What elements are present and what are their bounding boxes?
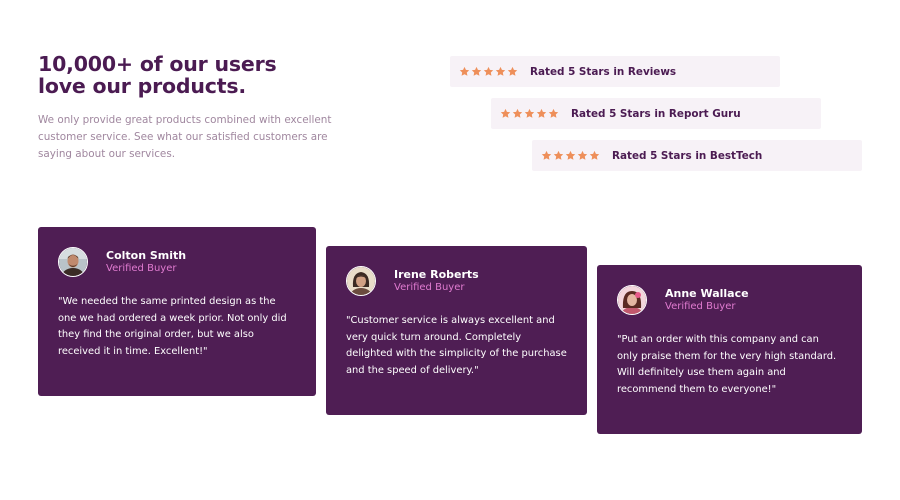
verified-badge: Verified Buyer bbox=[665, 300, 736, 312]
testimonial-card-anne: Anne Wallace Verified Buyer "Put an orde… bbox=[597, 265, 862, 434]
testimonial-quote: "Put an order with this company and can … bbox=[617, 334, 837, 395]
star-icon bbox=[541, 150, 552, 160]
testimonial-quote: "We needed the same printed design as th… bbox=[58, 296, 287, 357]
rating-besttech: Rated 5 Stars in BestTech bbox=[532, 140, 862, 171]
rating-label: Rated 5 Stars in Report Guru bbox=[571, 107, 741, 120]
testimonial-card-colton: Colton Smith Verified Buyer "We needed t… bbox=[38, 227, 316, 396]
testimonial-header: Colton Smith Verified Buyer bbox=[58, 247, 296, 277]
avatar-anne-icon bbox=[618, 286, 646, 314]
testimonial-header: Anne Wallace Verified Buyer bbox=[617, 285, 842, 315]
testimonial-quote: "Customer service is always excellent an… bbox=[346, 315, 567, 376]
avatar bbox=[58, 247, 88, 277]
star-icon bbox=[471, 66, 482, 76]
heading-line-2: love our products. bbox=[38, 74, 246, 98]
star-icon bbox=[524, 108, 535, 118]
avatar-colton-icon bbox=[59, 248, 87, 276]
star-icon bbox=[512, 108, 523, 118]
star-icon bbox=[459, 66, 470, 76]
page-heading: 10,000+ of our users love our products. bbox=[38, 53, 277, 97]
rating-label: Rated 5 Stars in Reviews bbox=[530, 65, 677, 78]
star-rating bbox=[500, 108, 559, 119]
avatar bbox=[617, 285, 647, 315]
testimonial-header: Irene Roberts Verified Buyer bbox=[346, 266, 567, 296]
star-icon bbox=[483, 66, 494, 76]
star-icon bbox=[589, 150, 600, 160]
star-rating bbox=[541, 150, 600, 161]
star-icon bbox=[495, 66, 506, 76]
reviewer-name: Colton Smith bbox=[106, 248, 187, 262]
verified-badge: Verified Buyer bbox=[394, 281, 465, 293]
testimonial-card-irene: Irene Roberts Verified Buyer "Customer s… bbox=[326, 246, 587, 415]
star-icon bbox=[553, 150, 564, 160]
star-icon bbox=[500, 108, 511, 118]
reviewer-name: Anne Wallace bbox=[665, 286, 749, 300]
heading-line-1: 10,000+ of our users bbox=[38, 52, 277, 76]
star-icon bbox=[548, 108, 559, 118]
star-icon bbox=[565, 150, 576, 160]
star-icon bbox=[507, 66, 518, 76]
rating-report-guru: Rated 5 Stars in Report Guru bbox=[491, 98, 821, 129]
rating-reviews: Rated 5 Stars in Reviews bbox=[450, 56, 780, 87]
reviewer-name: Irene Roberts bbox=[394, 267, 479, 281]
star-icon bbox=[536, 108, 547, 118]
avatar-irene-icon bbox=[347, 267, 375, 295]
verified-badge: Verified Buyer bbox=[106, 262, 177, 274]
avatar bbox=[346, 266, 376, 296]
intro-description: We only provide great products combined … bbox=[38, 114, 332, 160]
star-rating bbox=[459, 66, 518, 77]
star-icon bbox=[577, 150, 588, 160]
rating-label: Rated 5 Stars in BestTech bbox=[612, 149, 763, 162]
